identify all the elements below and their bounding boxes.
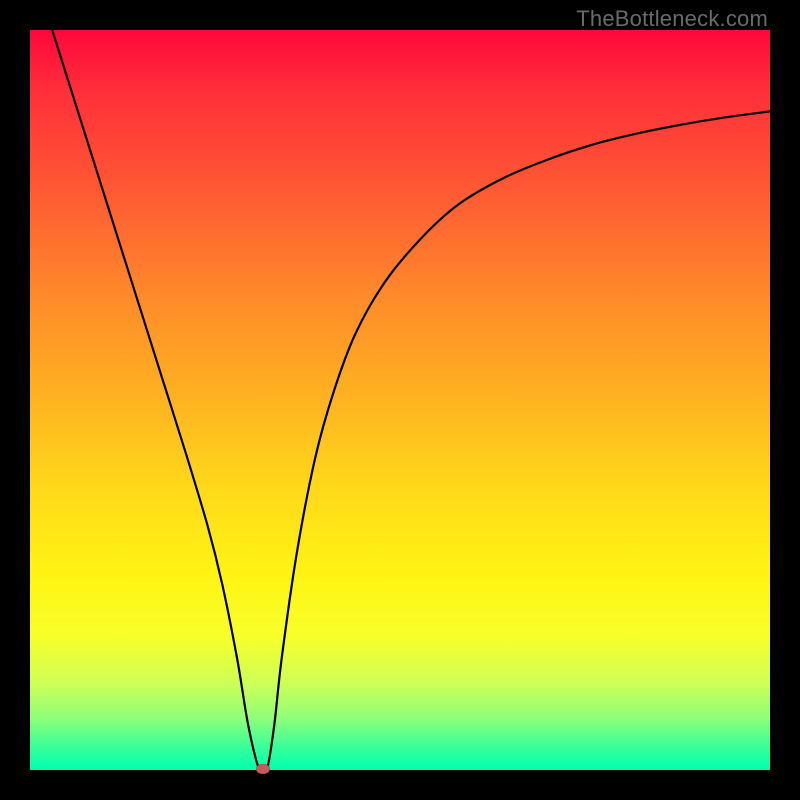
curve-svg <box>30 30 770 770</box>
plot-area <box>30 30 770 770</box>
optimal-point-marker <box>256 764 270 774</box>
chart-frame: TheBottleneck.com <box>0 0 800 800</box>
watermark-text: TheBottleneck.com <box>576 6 768 32</box>
bottleneck-curve <box>52 30 770 776</box>
